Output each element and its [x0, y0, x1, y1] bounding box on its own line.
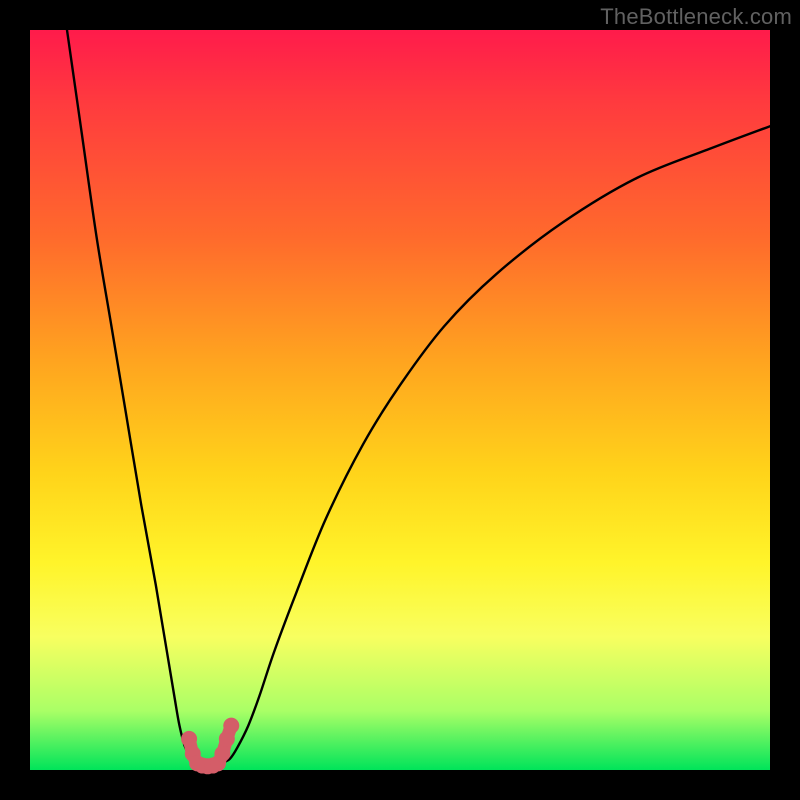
valley-marker-dots [181, 718, 239, 775]
valley-dot [214, 746, 230, 762]
series-right [222, 126, 770, 762]
chart-svg [30, 30, 770, 770]
chart-plot-area [30, 30, 770, 770]
watermark-text: TheBottleneck.com [600, 4, 792, 30]
chart-frame: TheBottleneck.com [0, 0, 800, 800]
valley-dot [223, 718, 239, 734]
series-left [67, 30, 200, 763]
valley-dot [181, 731, 197, 747]
